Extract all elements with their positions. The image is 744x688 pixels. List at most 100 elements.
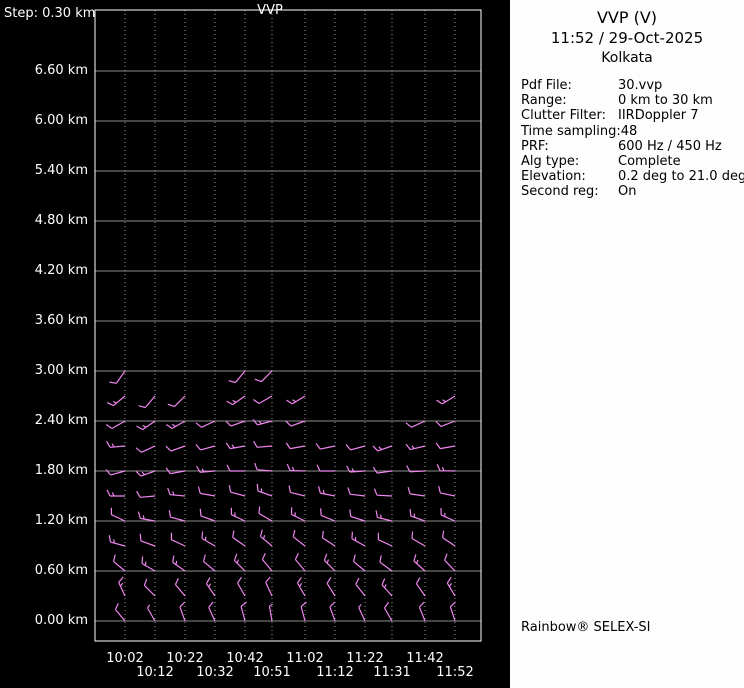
wind-barb — [225, 420, 246, 427]
wind-barb — [195, 444, 216, 451]
wind-barb — [232, 530, 246, 547]
wind-barb — [326, 577, 336, 597]
field-row: Elevation: 0.2 deg to 21.0 deg — [521, 169, 744, 184]
wind-barb — [286, 463, 306, 472]
wind-barb — [259, 529, 273, 547]
wind-barb — [118, 576, 126, 597]
wind-barb — [109, 370, 126, 384]
wind-barb — [265, 576, 273, 597]
wind-barb — [296, 576, 306, 597]
wind-barb — [106, 395, 126, 407]
x-axis-tick-label: 10:32 — [196, 665, 234, 680]
field-value: 30.vvp — [618, 78, 663, 93]
wind-barb — [407, 487, 426, 497]
wind-barb — [379, 555, 393, 572]
x-axis-tick-label: 11:12 — [316, 665, 354, 680]
y-axis-tick-label: 0.00 km — [34, 613, 88, 628]
wind-barb — [318, 486, 336, 497]
wind-barb — [435, 420, 456, 427]
field-row: Pdf File: 30.vvp — [521, 78, 744, 93]
y-axis-tick-label: 6.60 km — [34, 63, 88, 78]
y-axis-tick-label: 3.60 km — [34, 313, 88, 328]
wind-barb — [436, 395, 456, 405]
field-row: Range: 0 km to 30 km — [521, 93, 744, 108]
field-label: Elevation: — [521, 169, 586, 185]
field-value: On — [618, 184, 637, 200]
brand-footer: Rainbow® SELEX-SI — [521, 620, 651, 635]
x-axis-tick-label: 11:52 — [436, 665, 474, 680]
field-row: Clutter Filter: IIRDoppler 7 — [521, 108, 744, 123]
wind-barb — [411, 531, 426, 547]
wind-barb — [352, 554, 366, 572]
wind-barb — [226, 464, 245, 472]
y-axis-tick-label: 1.20 km — [34, 513, 88, 528]
field-label: Pdf File: — [521, 78, 572, 93]
x-axis-tick-label: 11:22 — [346, 651, 384, 666]
info-panel: VVP (V) 11:52 / 29-Oct-2025 Kolkata Pdf … — [510, 0, 744, 688]
wind-barb — [300, 601, 307, 622]
y-axis-tick-label: 5.40 km — [34, 163, 88, 178]
field-label: Range: — [521, 93, 567, 109]
x-axis-tick-label: 11:31 — [373, 665, 411, 680]
wind-barb — [179, 601, 186, 622]
wind-barb — [236, 576, 246, 597]
wind-barb — [413, 554, 426, 572]
wind-barb — [105, 469, 126, 476]
field-label: Time sampling: — [521, 123, 621, 139]
wind-barb — [114, 602, 126, 622]
wind-barb — [137, 511, 156, 522]
wind-barb — [252, 419, 273, 426]
field-row: Time sampling:48 — [521, 124, 744, 139]
wind-barb — [258, 506, 273, 522]
y-axis-tick-label: 3.00 km — [34, 363, 88, 378]
wind-barb — [405, 443, 426, 451]
wind-barb — [230, 507, 246, 522]
wind-barb — [294, 552, 306, 572]
wind-barb — [254, 462, 273, 472]
wind-barb — [112, 554, 126, 572]
wind-barb — [201, 531, 216, 547]
field-value: Complete — [618, 154, 681, 170]
wind-barb — [254, 370, 273, 383]
wind-barb — [285, 442, 306, 450]
x-axis-tick-label: 10:02 — [106, 651, 144, 666]
field-value: 600 Hz / 450 Hz — [618, 138, 722, 154]
wind-barb — [377, 532, 393, 547]
wind-barb — [256, 483, 273, 497]
wind-barb — [196, 465, 216, 473]
field-value: 48 — [620, 123, 638, 139]
wind-barb — [197, 486, 216, 497]
y-axis-tick-label: 4.80 km — [34, 213, 88, 228]
wind-barb — [375, 510, 393, 522]
wind-barb — [199, 508, 216, 522]
wind-barb — [136, 490, 156, 498]
wind-barb — [225, 442, 246, 450]
wind-barb — [415, 577, 426, 597]
field-label: Alg type: — [521, 154, 580, 170]
field-row: Second reg: On — [521, 184, 744, 199]
y-axis-tick-label: 1.80 km — [34, 463, 88, 478]
wind-barb — [358, 604, 366, 622]
wind-barb — [202, 554, 216, 572]
wind-barb — [135, 445, 156, 453]
panel-title: VVP (V) — [596, 8, 658, 27]
wind-barb — [233, 553, 246, 572]
chart-canvas — [94, 9, 482, 642]
wind-barb — [139, 533, 156, 547]
x-axis-tick-label: 10:12 — [136, 665, 174, 680]
wind-barb — [373, 488, 393, 497]
wind-barb — [405, 420, 426, 428]
x-axis-tick-label: 11:42 — [406, 651, 444, 666]
wind-barb — [444, 553, 456, 572]
wind-barb — [438, 485, 456, 497]
y-axis-tick-label: 0.60 km — [34, 563, 88, 578]
field-value: IIRDoppler 7 — [618, 108, 699, 124]
x-axis-tick-label: 10:42 — [226, 651, 264, 666]
wind-barb — [442, 530, 456, 547]
wind-barb — [349, 509, 366, 522]
wind-barb — [261, 552, 273, 572]
wind-barb — [226, 395, 246, 406]
wind-barb — [346, 465, 366, 473]
wind-barb — [106, 489, 125, 497]
wind-barb — [323, 553, 336, 572]
